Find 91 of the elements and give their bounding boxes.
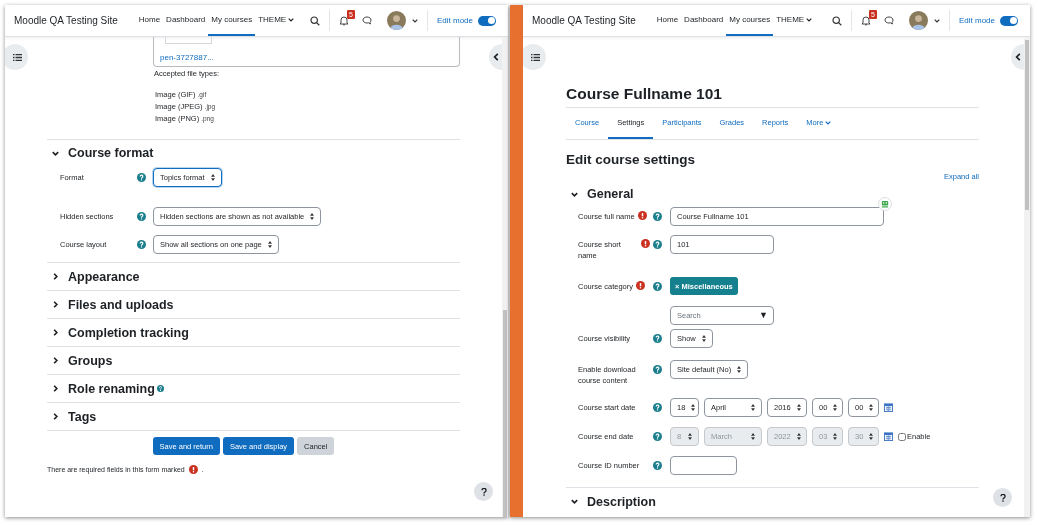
select-arrows-icon [688,433,692,440]
chevron-right-icon[interactable] [51,384,60,393]
help-icon[interactable] [653,212,662,221]
select-arrows-icon [751,433,755,440]
course-title: Course Fullname 101 [566,84,723,104]
edit-mode-label: Edit mode [436,16,473,25]
help-icon[interactable] [653,365,662,374]
nav-link[interactable]: My courses [726,5,774,36]
select-arrows-icon [796,433,801,440]
calendar-icon[interactable] [884,403,893,412]
select-arrows-icon [833,404,838,411]
section-heading[interactable]: Appearance [68,269,140,284]
help-icon[interactable] [653,240,662,249]
select-arrows-icon [737,366,742,373]
edit-mode-toggle[interactable] [478,15,496,26]
site-name[interactable]: Moodle QA Testing Site [14,15,118,26]
bell-icon [338,15,349,26]
help-icon[interactable] [653,334,662,343]
section-heading[interactable]: Course format [68,146,154,160]
scrollbar[interactable] [502,37,508,517]
select-arrows-icon [833,433,838,440]
list-icon [531,53,540,61]
list-icon [13,53,22,61]
select-arrows-icon [751,404,755,411]
file-link[interactable]: pen-3727887... [160,53,214,62]
text-field[interactable] [670,456,737,475]
select-arrows-icon [796,404,801,411]
select-arrows-icon [869,404,874,411]
site-name[interactable]: Moodle QA Testing Site [532,15,636,26]
select-arrows-icon [691,404,696,411]
search-icon[interactable] [831,15,842,26]
nav-link[interactable]: THEME [255,5,298,36]
help-button[interactable] [993,488,1012,507]
extension-badge-icon[interactable] [878,197,892,211]
help-icon[interactable] [137,172,146,182]
section-heading[interactable]: Groups [68,353,113,368]
caret-icon [288,17,295,22]
scrollbar[interactable] [1024,37,1030,517]
nav-link[interactable]: My courses [208,5,256,36]
question-mark-icon [480,487,487,496]
chevron-down-icon[interactable] [570,497,579,506]
caret-icon [825,120,832,125]
nav-link[interactable]: Dashboard [681,5,727,36]
chevron-right-icon[interactable] [51,300,60,309]
required-icon [188,465,198,474]
nav-link[interactable]: Home [135,5,164,36]
question-mark-icon [999,493,1006,502]
help-icon[interactable] [653,403,662,412]
select-arrows-icon [310,212,315,220]
section-heading[interactable]: Completion tracking [68,325,189,340]
chat-bubble-icon[interactable] [883,16,894,25]
chevron-right-icon[interactable] [51,328,60,337]
help-icon[interactable] [156,385,164,392]
sidebar-toggle-button[interactable] [5,44,28,70]
chevron-right-icon[interactable] [51,272,60,281]
chevron-left-icon [493,53,499,61]
select-arrows-icon [210,173,215,181]
caret-icon [806,17,813,22]
section-heading[interactable]: General [587,187,634,201]
drawer-toggle-button[interactable] [489,44,502,70]
help-icon[interactable] [653,461,662,470]
help-icon[interactable] [653,282,662,291]
caret-icon [411,18,418,23]
chat-bubble-icon[interactable] [361,16,372,25]
sidebar-toggle-button[interactable] [523,44,546,70]
help-button[interactable] [474,482,493,501]
section-heading[interactable]: Files and uploads [68,297,174,312]
dropdown-arrow[interactable]: ▼ [759,310,768,321]
nav-link[interactable]: THEME [773,5,816,36]
select-arrows-icon [267,240,272,248]
help-icon[interactable] [137,211,146,221]
select-arrows-icon [869,433,874,440]
nav-link[interactable]: Home [653,5,682,36]
search-icon[interactable] [309,15,320,26]
section-heading[interactable]: Tags [68,409,97,424]
edit-mode-toggle[interactable] [1000,15,1018,26]
page-heading: Edit course settings [566,152,697,168]
avatar[interactable] [386,11,406,30]
chevron-left-icon [1015,53,1021,61]
chevron-right-icon[interactable] [51,412,60,421]
bell-icon [860,15,871,26]
chevron-right-icon[interactable] [51,356,60,365]
drawer-toggle-button[interactable] [1011,44,1024,70]
edit-mode-label: Edit mode [958,16,995,25]
select-arrows-icon [701,335,706,342]
nav-link[interactable]: Dashboard [163,5,209,36]
section-heading[interactable]: Description [587,494,656,509]
avatar[interactable] [908,11,928,30]
section-heading[interactable]: Role renaming [68,381,155,396]
help-icon[interactable] [137,239,146,249]
caret-icon [933,18,940,23]
